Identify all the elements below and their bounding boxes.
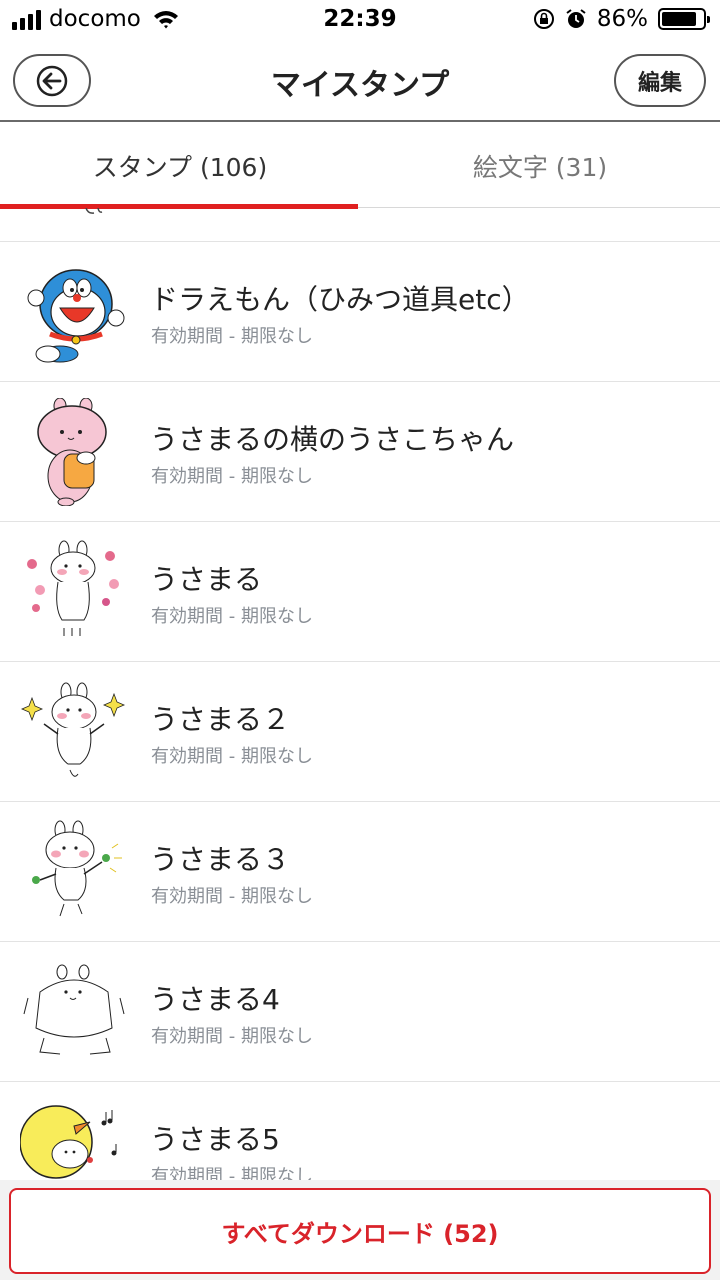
bottom-bar: すべてダウンロード (52) [0, 1180, 720, 1280]
doraemon-sticker-icon [27, 269, 125, 363]
battery-percent: 86% [596, 6, 648, 32]
alarm-icon [566, 9, 586, 28]
battery-icon [658, 8, 710, 30]
stamp-validity: 有効期間 - 期限なし [151, 606, 313, 627]
usamaru-stretch-sticker-icon [23, 964, 125, 1055]
orientation-lock-icon [533, 9, 554, 29]
stamp-validity: 有効期間 - 期限なし [151, 1026, 313, 1047]
stamp-title: うさまる5 [150, 1123, 280, 1156]
list-item[interactable]: うさまる２ 有効期間 - 期限なし [0, 662, 720, 802]
page-title: マイスタンプ [270, 68, 450, 103]
tab-emoji[interactable]: 絵文字 (31) [360, 124, 720, 208]
list-item[interactable]: うさまるの横のうさこちゃん 有効期間 - 期限なし [0, 382, 720, 522]
stamp-validity: 有効期間 - 期限なし [151, 326, 313, 347]
usamaru-flowers-sticker-icon [27, 540, 119, 636]
status-bar: docomo 22:39 86% [0, 0, 720, 40]
status-bar-right: 86% [533, 6, 710, 32]
stamp-validity: 有効期間 - 期限なし [151, 1166, 313, 1180]
tab-stamps[interactable]: スタンプ (106) [0, 124, 360, 208]
tab-bar: スタンプ (106) 絵文字 (31) [0, 124, 720, 209]
stamp-title: うさまる4 [150, 983, 280, 1016]
list-item[interactable]: うさまる4 有効期間 - 期限なし [0, 942, 720, 1082]
list-item-partial[interactable] [0, 208, 720, 242]
stamp-title: うさまる２ [150, 703, 291, 736]
usamaru-sparkle-sticker-icon [20, 682, 126, 777]
stamp-title: ドラえもん（ひみつ道具etc） [150, 283, 530, 316]
stamp-validity: 有効期間 - 期限なし [151, 746, 313, 767]
usamaru-chick-sticker-icon [20, 1105, 117, 1179]
navigation-bar: マイスタンプ 編集 [0, 40, 720, 122]
battery-fill [662, 12, 697, 26]
stamp-title: うさまるの横のうさこちゃん [150, 423, 515, 456]
list-item[interactable]: うさまる 有効期間 - 期限なし [0, 522, 720, 662]
pink-rabbit-sticker-icon [37, 398, 107, 506]
usamaru-clover-sticker-icon [32, 820, 122, 917]
list-item[interactable]: ドラえもん（ひみつ道具etc） 有効期間 - 期限なし [0, 242, 720, 382]
edit-button[interactable]: 編集 [614, 54, 706, 107]
stamp-title: うさまる３ [150, 843, 291, 876]
stamp-list: ドラえもん（ひみつ道具etc） 有効期間 - 期限なし うさまるの横のうさこちゃ… [0, 208, 720, 1180]
download-all-button[interactable]: すべてダウンロード (52) [9, 1188, 711, 1274]
stamp-title: うさまる [150, 563, 263, 596]
sticker-fragment-icon [85, 208, 103, 214]
stamp-validity: 有効期間 - 期限なし [151, 466, 313, 487]
stamp-validity: 有効期間 - 期限なし [151, 886, 313, 907]
list-item[interactable]: うさまる３ 有効期間 - 期限なし [0, 802, 720, 942]
list-item[interactable]: うさまる5 有効期間 - 期限なし [0, 1082, 720, 1180]
